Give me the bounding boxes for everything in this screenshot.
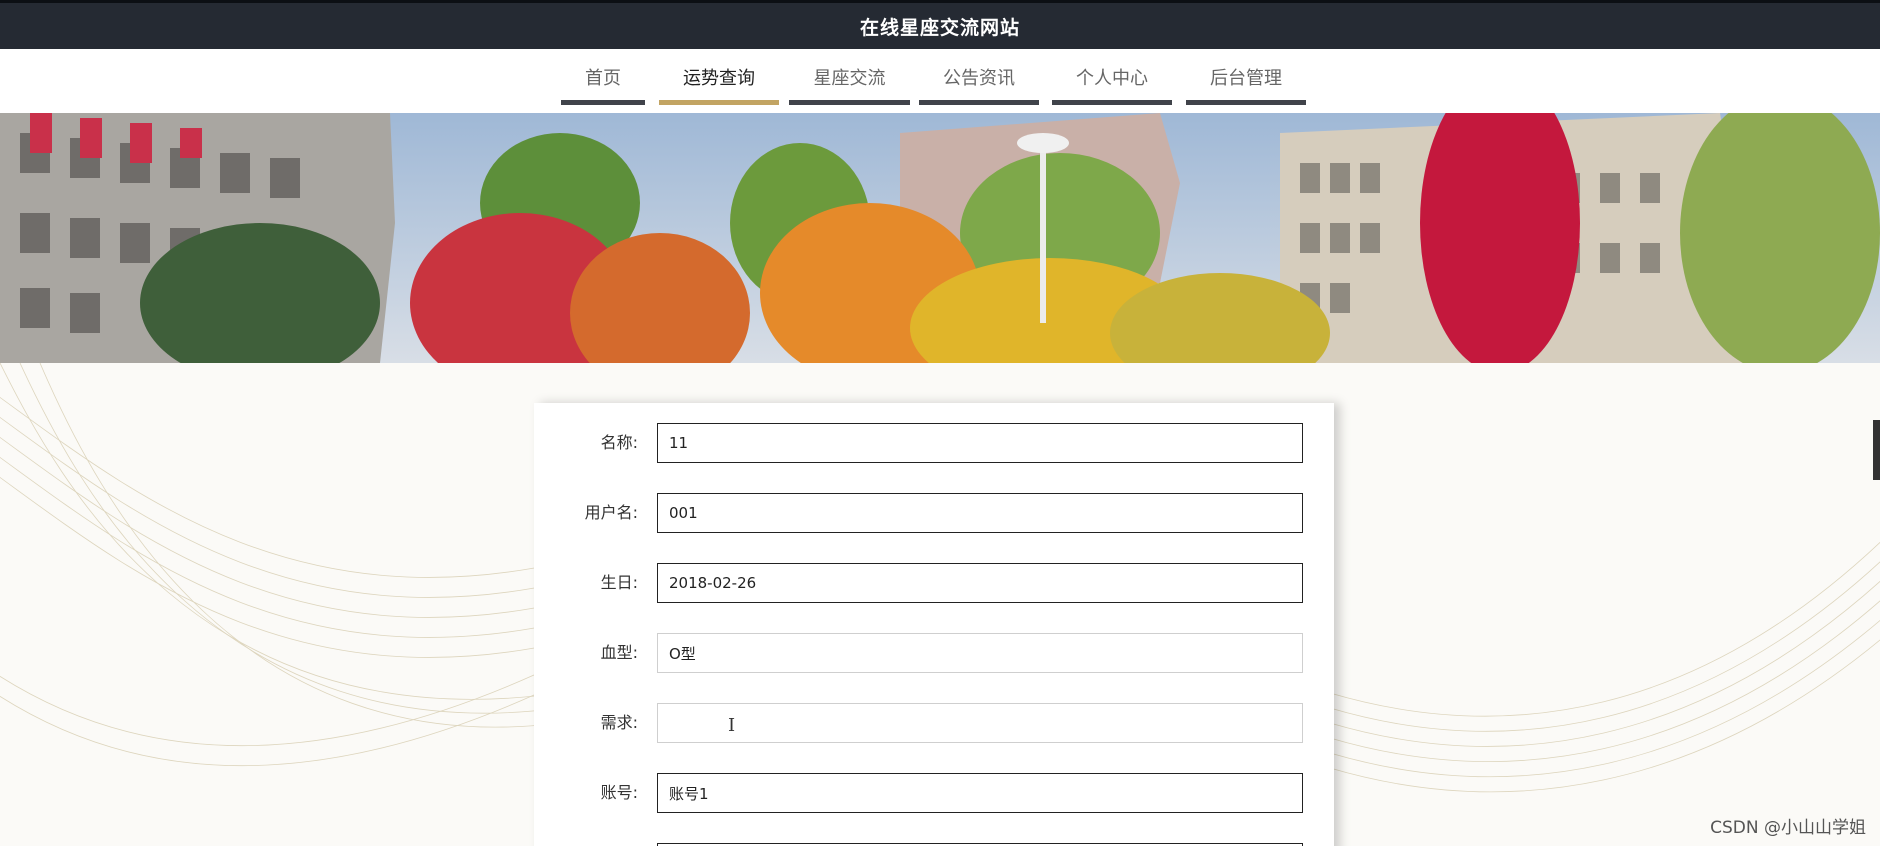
name-label: 名称: [600,433,638,452]
blood-type-label: 血型: [600,643,638,662]
campus-banner-image [0,113,1880,363]
nav-constellation-exchange-label: 星座交流 [813,68,886,89]
nav-home[interactable]: 首页 [561,49,645,105]
form-row-requirement: 需求: [534,703,1334,743]
nav-underline [1186,100,1306,105]
fortune-query-form: 名称: 用户名: 生日: 血型: 需求: 账号: [534,403,1334,846]
requirement-input[interactable] [657,703,1303,743]
text-cursor-icon: I [728,715,736,736]
nav-underline [789,100,910,105]
watermark-text: CSDN @小山山学姐 [1710,818,1866,838]
name-input[interactable] [657,423,1303,463]
form-row-birthday: 生日: [534,563,1334,603]
nav-announcements[interactable]: 公告资讯 [919,49,1039,105]
nav-fortune-query[interactable]: 运势查询 [659,49,779,105]
form-row-account: 账号: [534,773,1334,813]
account-input[interactable] [657,773,1303,813]
username-label: 用户名: [584,503,638,522]
main-nav: 首页 运势查询 星座交流 公告资讯 个人中心 后台管理 [0,49,1880,113]
content-area: 名称: 用户名: 生日: 血型: 需求: 账号: [0,363,1880,846]
username-input[interactable] [657,493,1303,533]
nav-admin[interactable]: 后台管理 [1186,49,1306,105]
nav-personal-center[interactable]: 个人中心 [1052,49,1172,105]
blood-type-input[interactable] [657,633,1303,673]
form-row-username: 用户名: [534,493,1334,533]
scrollbar-thumb[interactable] [1873,420,1880,480]
birthday-input[interactable] [657,563,1303,603]
form-row-name: 名称: [534,423,1334,463]
nav-underline [561,100,645,105]
top-header-bar: 在线星座交流网站 [0,0,1880,49]
account-label: 账号: [600,783,638,802]
nav-announcements-label: 公告资讯 [943,68,1015,89]
form-row-blood-type: 血型: [534,633,1334,673]
site-title: 在线星座交流网站 [859,16,1020,39]
requirement-label: 需求: [600,713,638,732]
nav-home-label: 首页 [585,68,621,89]
nav-underline [919,100,1039,105]
nav-fortune-query-label: 运势查询 [683,68,755,89]
nav-admin-label: 后台管理 [1210,68,1282,89]
nav-active-underline [659,100,779,105]
nav-underline [1052,100,1172,105]
nav-constellation-exchange[interactable]: 星座交流 [789,49,910,105]
nav-personal-center-label: 个人中心 [1076,68,1148,89]
birthday-label: 生日: [600,573,638,592]
